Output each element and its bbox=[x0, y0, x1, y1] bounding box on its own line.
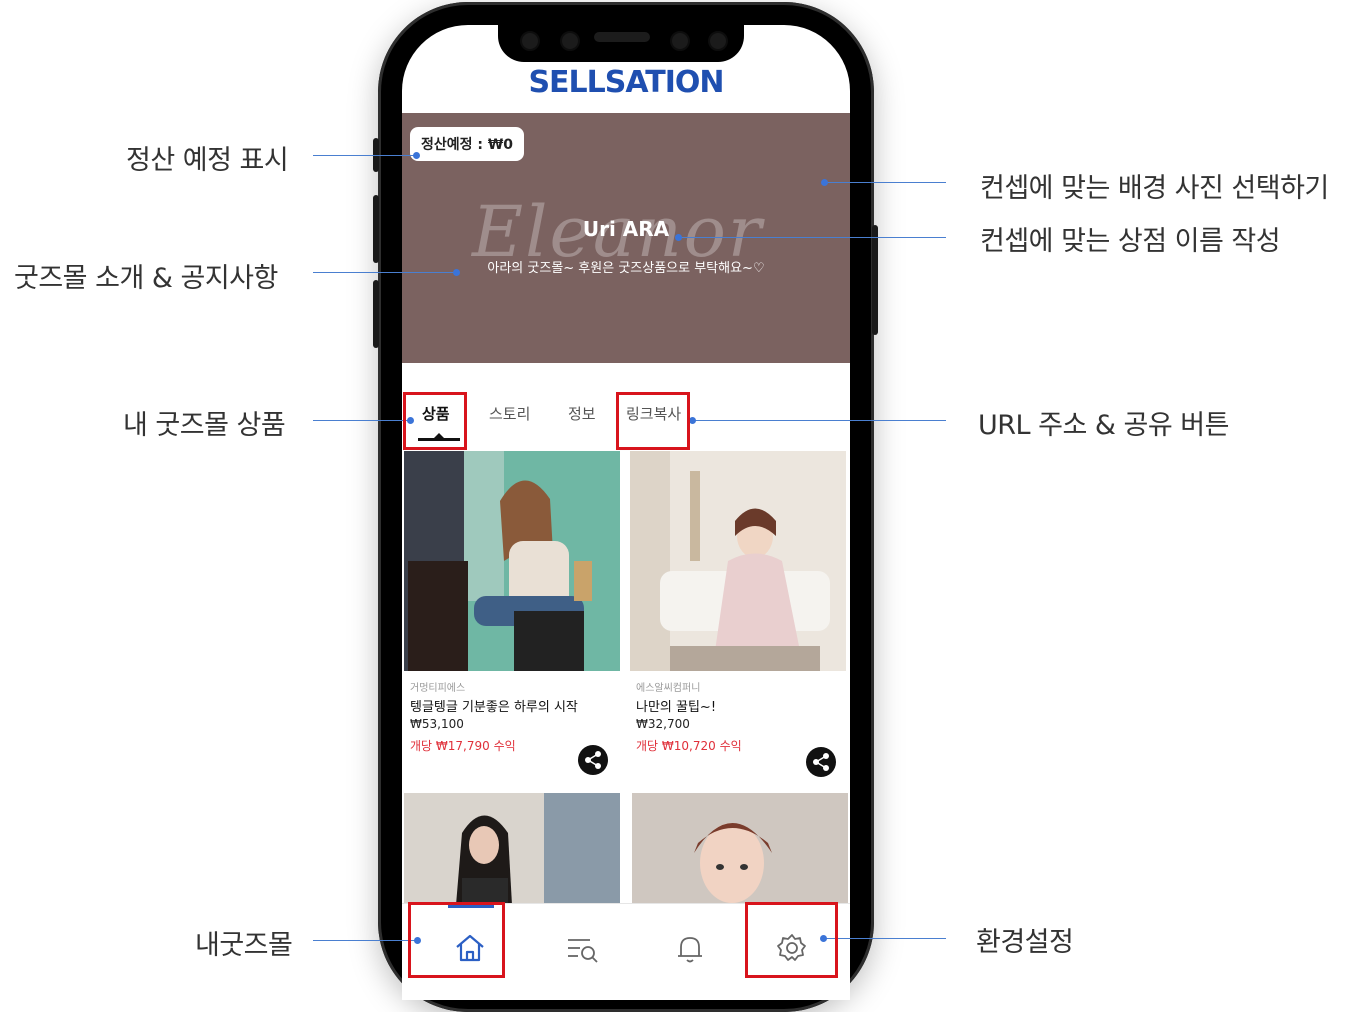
annotation-intro: 굿즈몰 소개 & 공지사항 bbox=[14, 263, 278, 294]
annotation-line bbox=[313, 420, 410, 421]
bell-icon[interactable] bbox=[672, 930, 708, 966]
annotation-line bbox=[823, 938, 946, 939]
annotation-line bbox=[313, 272, 456, 273]
product-name: 텡글텡글 기분좋은 하루의 시작 bbox=[410, 700, 578, 715]
product-photo[interactable] bbox=[404, 451, 620, 671]
annotation-my-mall: 내굿즈몰 bbox=[195, 930, 293, 961]
shop-banner[interactable]: 정산예정 : ₩0 Eleanor Uri ARA 아라의 굿즈몰~ 후원은 굿… bbox=[402, 113, 850, 363]
tab-story[interactable]: 스토리 bbox=[489, 403, 530, 424]
product-seller: 거멍티피에스 bbox=[410, 683, 466, 694]
phone-notch bbox=[498, 18, 744, 62]
settlement-badge: 정산예정 : ₩0 bbox=[410, 127, 525, 161]
product-card[interactable]: 거멍티피에스 텡글텡글 기분좋은 하루의 시작 ₩53,100 개당 ₩17,7… bbox=[404, 451, 620, 781]
product-name: 나만의 꿀팁~! bbox=[636, 700, 717, 715]
annotation-settings: 환경설정 bbox=[976, 927, 1074, 958]
highlight-link-copy-tab bbox=[616, 392, 690, 450]
product-card[interactable] bbox=[404, 793, 620, 905]
annotation-background: 컨셉에 맞는 배경 사진 선택하기 bbox=[980, 173, 1329, 204]
product-photo[interactable] bbox=[630, 451, 846, 671]
volume-up-button bbox=[373, 195, 379, 263]
shop-description: 아라의 굿즈몰~ 후원은 굿즈상품으로 부탁해요~♡ bbox=[487, 261, 765, 276]
annotation-line bbox=[692, 420, 946, 421]
phone-screen: SELLSATION 정산예정 : ₩0 Eleanor Uri ARA 아라의… bbox=[402, 25, 850, 1000]
app-logo: SELLSATION bbox=[528, 65, 724, 100]
tab-info[interactable]: 정보 bbox=[568, 403, 596, 424]
product-photo[interactable] bbox=[404, 793, 620, 905]
product-seller: 에스알씨컴퍼니 bbox=[636, 683, 701, 694]
product-price: ₩53,100 bbox=[410, 717, 464, 731]
product-price: ₩32,700 bbox=[636, 717, 690, 731]
annotation-settlement: 정산 예정 표시 bbox=[126, 145, 289, 176]
product-profit: 개당 ₩10,720 수익 bbox=[636, 739, 742, 753]
highlight-home-nav bbox=[408, 902, 505, 978]
highlight-products-tab bbox=[403, 392, 467, 450]
annotation-dot bbox=[689, 417, 696, 424]
annotation-line bbox=[313, 155, 416, 156]
share-icon[interactable] bbox=[578, 745, 608, 775]
search-list-icon[interactable] bbox=[564, 930, 600, 966]
volume-down-button bbox=[373, 280, 379, 348]
camera-icon bbox=[520, 31, 540, 51]
annotation-line bbox=[313, 940, 417, 941]
annotation-line bbox=[678, 237, 946, 238]
sensor-icon bbox=[708, 31, 728, 51]
annotation-dot bbox=[453, 269, 460, 276]
power-button bbox=[872, 225, 878, 335]
camera-icon bbox=[560, 31, 580, 51]
speaker-grille bbox=[594, 32, 650, 42]
product-card[interactable] bbox=[632, 793, 848, 905]
highlight-settings-nav bbox=[745, 902, 838, 978]
annotation-dot bbox=[821, 179, 828, 186]
product-photo[interactable] bbox=[632, 793, 848, 905]
annotation-shop-name: 컨셉에 맞는 상점 이름 작성 bbox=[980, 226, 1281, 257]
share-icon[interactable] bbox=[806, 747, 836, 777]
product-profit: 개당 ₩17,790 수익 bbox=[410, 739, 516, 753]
annotation-url-share: URL 주소 & 공유 버튼 bbox=[978, 410, 1230, 441]
annotation-products: 내 굿즈몰 상품 bbox=[123, 410, 286, 441]
sensor-icon bbox=[670, 31, 690, 51]
product-card[interactable]: 에스알씨컴퍼니 나만의 꿀팁~! ₩32,700 개당 ₩10,720 수익 bbox=[630, 451, 846, 781]
annotation-dot bbox=[413, 152, 420, 159]
annotation-line bbox=[824, 182, 946, 183]
annotation-dot bbox=[675, 234, 682, 241]
